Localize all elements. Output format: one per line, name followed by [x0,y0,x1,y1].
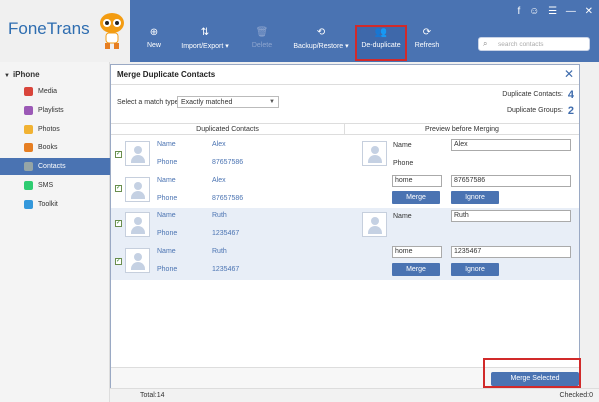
sidebar-item-media[interactable]: Media [0,83,110,100]
row-checkbox[interactable]: ✓ [115,258,122,265]
device-name: iPhone [12,70,40,79]
minimize-icon[interactable]: — [566,6,576,17]
refresh-icon: ⟳ [422,27,432,38]
preview-phone-type-field[interactable]: home [392,246,442,258]
playlists-icon [24,106,33,115]
photos-icon [24,125,33,134]
refresh-button[interactable]: ⟳ Refresh [410,27,444,61]
window-controls: f ☺ ☰ — ✕ [512,6,593,17]
backup-icon: ⟲ [316,27,326,38]
preview-name-field[interactable]: Alex [451,139,571,151]
match-type-select[interactable]: Exactly matched ▼ [177,96,279,108]
ignore-button[interactable]: Ignore [451,263,499,276]
merge-duplicates-dialog: Merge Duplicate Contacts ✕ Select a matc… [110,64,580,390]
new-button[interactable]: ⊕ New [140,27,168,61]
sidebar-item-contacts[interactable]: Contacts [0,158,110,175]
column-header-preview: Preview before Merging [345,123,579,135]
preview-avatar [362,141,387,166]
import-export-icon: ⇅ [200,27,210,38]
app-name: FoneTrans [8,19,90,38]
search-icon: ⌕ [483,39,488,48]
close-icon[interactable]: ✕ [564,67,574,81]
close-window-icon[interactable]: ✕ [585,6,593,17]
books-icon [24,143,33,152]
row-checkbox[interactable]: ✓ [115,151,122,158]
media-icon [24,87,33,96]
checked-count: Checked:0 [559,392,593,399]
preview-phone-field[interactable]: 87657586 [451,175,571,187]
delete-button[interactable]: 🗑 Delete [246,27,278,61]
sidebar-item-playlists[interactable]: Playlists [0,102,110,119]
preview-avatar [362,212,387,237]
sidebar: ▼ iPhone Media Playlists Photos Books Con… [0,62,110,402]
match-type-label: Select a match type: [117,99,181,106]
dialog-title: Merge Duplicate Contacts [117,70,216,79]
device-item[interactable]: ▼ iPhone [4,70,40,79]
sidebar-item-photos[interactable]: Photos [0,121,110,138]
duplicate-contacts-label: Duplicate Contacts: [502,91,563,98]
mascot-logo-icon [100,13,124,49]
merge-button[interactable]: Merge [392,263,440,276]
avatar [125,177,150,202]
duplicate-groups-label: Duplicate Groups: [506,107,563,114]
merge-button[interactable]: Merge [392,191,440,204]
import-export-button[interactable]: ⇅ Import/Export ▾ [172,27,238,61]
trash-icon: 🗑 [255,27,269,38]
toolkit-icon [24,200,33,209]
duplicate-groups-count: 2 [567,105,574,117]
highlight-frame [483,358,581,388]
sidebar-item-sms[interactable]: SMS [0,177,110,194]
de-duplicate-button[interactable]: 👥 De-duplicate [355,25,407,61]
total-count: Total:14 [140,392,165,399]
backup-restore-button[interactable]: ⟲ Backup/Restore ▾ [290,27,352,61]
avatar [125,248,150,273]
contacts-icon [24,162,33,171]
preview-name-field[interactable]: Ruth [451,210,571,222]
row-checkbox[interactable]: ✓ [115,185,122,192]
dialog-header: Merge Duplicate Contacts ✕ [111,65,579,85]
search-input[interactable]: ⌕ search contacts [478,37,590,51]
sidebar-item-toolkit[interactable]: Toolkit [0,196,110,213]
chevron-down-icon: ▼ [269,99,275,105]
column-header-duplicated: Duplicated Contacts [111,123,345,135]
preview-phone-field[interactable]: 1235467 [451,246,571,258]
menu-icon[interactable]: ☰ [548,6,557,17]
preview-phone-type-field[interactable]: home [392,175,442,187]
expand-triangle-icon: ▼ [4,73,10,79]
sms-icon [24,181,33,190]
ignore-button[interactable]: Ignore [451,191,499,204]
chat-icon[interactable]: ☺ [529,6,539,17]
row-checkbox[interactable]: ✓ [115,220,122,227]
search-placeholder: search contacts [498,41,544,48]
status-bar: Total:14 Checked:0 [110,388,599,402]
avatar [125,141,150,166]
duplicate-contacts-count: 4 [567,89,574,101]
plus-icon: ⊕ [149,27,159,38]
dedupe-icon: 👥 [374,27,388,38]
toolbar: f ☺ ☰ — ✕ ⊕ New ⇅ Import/Export ▾ 🗑 Dele… [130,0,599,62]
avatar [125,212,150,237]
sidebar-item-books[interactable]: Books [0,139,110,156]
brand-area: FoneTrans [0,0,130,62]
facebook-icon[interactable]: f [518,6,521,17]
